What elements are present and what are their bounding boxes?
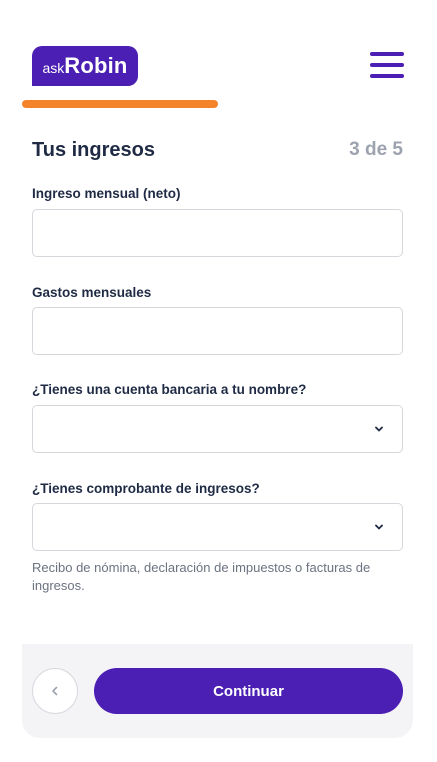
menu-bar (370, 74, 404, 78)
bank-account-select[interactable] (32, 405, 403, 453)
chevron-down-icon (375, 426, 383, 432)
monthly-income-input[interactable] (32, 209, 403, 257)
income-proof-label: ¿Tienes comprobante de ingresos? (32, 481, 260, 496)
monthly-expenses-label: Gastos mensuales (32, 285, 152, 300)
menu-bar (370, 63, 404, 67)
askrobin-logo[interactable]: ask Robin (32, 46, 138, 86)
hamburger-menu-icon[interactable] (370, 52, 404, 78)
logo-name: Robin (64, 53, 128, 78)
income-proof-helper-text: Recibo de nómina, declaración de impuest… (32, 560, 371, 593)
monthly-expenses-input[interactable] (32, 307, 403, 355)
app-screen: ask Robin Tus ingresos 3 de 5 Ingreso men… (0, 0, 437, 762)
continue-button[interactable]: Continuar (94, 668, 403, 714)
progress-bar (22, 100, 218, 108)
menu-bar (370, 52, 404, 56)
back-button[interactable] (32, 668, 78, 714)
footer-bar: Continuar (22, 644, 413, 738)
chevron-left-icon (52, 686, 58, 696)
monthly-income-label: Ingreso mensual (neto) (32, 186, 181, 201)
chevron-down-icon (375, 524, 383, 530)
step-indicator: 3 de 5 (349, 139, 403, 160)
progress-fill (22, 100, 218, 108)
bank-account-label: ¿Tienes una cuenta bancaria a tu nombre? (32, 382, 307, 397)
income-proof-select[interactable] (32, 503, 403, 551)
page-title: Tus ingresos (32, 139, 155, 161)
logo-prefix: ask (42, 60, 65, 76)
